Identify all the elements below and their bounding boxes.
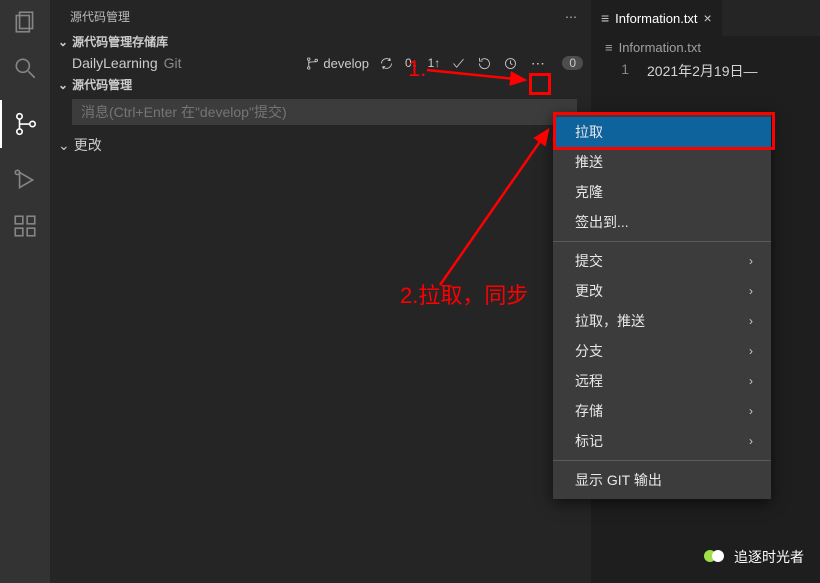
code-line: 2021年2月19日—	[641, 59, 758, 81]
sync-up: 1↑	[428, 56, 441, 70]
source-control-icon[interactable]	[0, 100, 50, 148]
tab-filename: Information.txt	[615, 11, 697, 26]
menu-item-label: 显示 GIT 输出	[575, 470, 662, 490]
menu-item-label: 提交	[575, 251, 603, 271]
sync-icon[interactable]	[379, 55, 395, 71]
branch-indicator[interactable]: develop	[305, 56, 369, 71]
file-icon: ≡	[605, 40, 613, 55]
file-icon: ≡	[601, 10, 609, 26]
refresh-icon[interactable]	[476, 55, 492, 71]
section-scm-label: 源代码管理	[72, 76, 132, 93]
repo-more-button[interactable]: ⋯	[528, 54, 548, 72]
menu-item-label: 分支	[575, 341, 603, 361]
chevron-down-icon: ⌄	[58, 137, 70, 154]
section-repos-label: 源代码管理存储库	[72, 33, 168, 50]
chevron-right-icon: ›	[749, 404, 753, 418]
breadcrumb[interactable]: ≡ Information.txt	[591, 36, 820, 59]
close-icon[interactable]: ×	[704, 10, 712, 26]
menu-item-label: 更改	[575, 281, 603, 301]
branch-name: develop	[323, 56, 369, 71]
menu-separator	[553, 460, 771, 461]
menu-item[interactable]: 存储 ›	[553, 396, 771, 426]
sync-down: 0↓	[405, 56, 418, 70]
commit-message-input[interactable]	[72, 99, 577, 125]
menu-item[interactable]: 分支 ›	[553, 336, 771, 366]
context-menu: 拉取推送克隆签出到... 提交 › 更改 › 拉取，推送 › 分支 › 远程 › 存储 › 标记 › 显示 G…	[553, 113, 771, 499]
sidebar-header: 源代码管理 ⋯	[50, 0, 591, 31]
chevron-right-icon: ›	[749, 314, 753, 328]
menu-item-label: 标记	[575, 431, 603, 451]
sidebar: 源代码管理 ⋯ ⌄ 源代码管理存储库 DailyLearning Git dev…	[50, 0, 591, 583]
breadcrumb-text: Information.txt	[619, 40, 701, 55]
editor-body[interactable]: 1 2021年2月19日—	[591, 59, 820, 81]
changes-label: 更改	[74, 135, 102, 155]
menu-item[interactable]: 提交 ›	[553, 246, 771, 276]
chevron-right-icon: ›	[749, 284, 753, 298]
menu-item[interactable]: 更改 ›	[553, 276, 771, 306]
watermark-text: 追逐时光者	[734, 547, 804, 567]
history-icon[interactable]	[502, 55, 518, 71]
chevron-right-icon: ›	[749, 374, 753, 388]
sidebar-title: 源代码管理	[70, 8, 130, 25]
tab-bar: ≡ Information.txt ×	[591, 0, 820, 36]
check-icon[interactable]	[450, 55, 466, 71]
menu-item-label: 远程	[575, 371, 603, 391]
menu-item-label: 签出到...	[575, 212, 629, 232]
section-scm[interactable]: ⌄ 源代码管理	[50, 74, 591, 95]
menu-item-label: 拉取	[575, 122, 603, 142]
line-number: 1	[591, 59, 641, 81]
sidebar-more-icon[interactable]: ⋯	[565, 10, 579, 24]
changes-badge: 0	[562, 56, 583, 70]
debug-icon[interactable]	[11, 166, 39, 194]
section-repos[interactable]: ⌄ 源代码管理存储库	[50, 31, 591, 52]
repo-name: DailyLearning	[72, 55, 158, 71]
watermark: 追逐时光者	[704, 547, 804, 567]
files-icon[interactable]	[11, 8, 39, 36]
menu-item-label: 存储	[575, 401, 603, 421]
menu-item[interactable]: 显示 GIT 输出	[553, 465, 771, 495]
repo-row[interactable]: DailyLearning Git develop 0↓ 1↑ ⋯ 0	[50, 52, 591, 74]
branch-icon	[305, 56, 320, 71]
menu-item[interactable]: 拉取	[553, 117, 771, 147]
menu-item[interactable]: 远程 ›	[553, 366, 771, 396]
activity-bar	[0, 0, 50, 583]
chevron-down-icon: ⌄	[58, 78, 68, 92]
chevron-right-icon: ›	[749, 254, 753, 268]
menu-item[interactable]: 克隆	[553, 177, 771, 207]
chevron-down-icon: ⌄	[58, 35, 68, 49]
search-icon[interactable]	[11, 54, 39, 82]
menu-item-label: 拉取，推送	[575, 311, 645, 331]
repo-vcs: Git	[164, 55, 182, 71]
menu-item-label: 推送	[575, 152, 603, 172]
tab-information[interactable]: ≡ Information.txt ×	[591, 0, 723, 36]
changes-row[interactable]: ⌄ 更改	[50, 129, 591, 159]
wechat-icon	[704, 547, 728, 567]
repo-actions: develop 0↓ 1↑ ⋯ 0	[305, 54, 583, 72]
chevron-right-icon: ›	[749, 344, 753, 358]
chevron-right-icon: ›	[749, 434, 753, 448]
menu-separator	[553, 241, 771, 242]
extensions-icon[interactable]	[11, 212, 39, 240]
menu-item[interactable]: 拉取，推送 ›	[553, 306, 771, 336]
menu-item[interactable]: 签出到...	[553, 207, 771, 237]
menu-item-label: 克隆	[575, 182, 603, 202]
menu-item[interactable]: 推送	[553, 147, 771, 177]
menu-item[interactable]: 标记 ›	[553, 426, 771, 456]
